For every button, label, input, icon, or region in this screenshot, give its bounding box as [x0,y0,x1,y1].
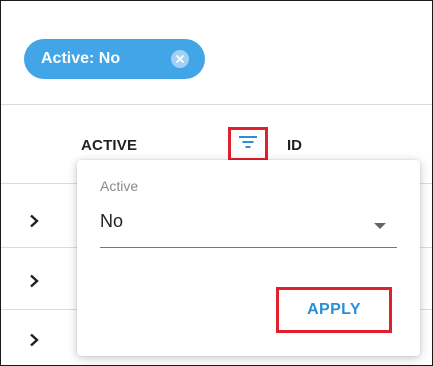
filter-field-label: Active [100,178,139,194]
chevron-right-icon[interactable] [27,214,41,228]
filter-lines-icon [238,134,258,155]
filter-value-select[interactable]: No [100,211,123,232]
caret-down-icon[interactable] [374,223,386,229]
select-underline [100,247,397,248]
filter-chip-label: Active: No [41,50,121,67]
filter-chip-active[interactable]: Active: No [24,39,205,79]
column-header-id[interactable]: ID [287,137,302,154]
data-grid-panel: Active: No ACTIVE ID Active No APPLY [0,0,433,366]
apply-button[interactable]: APPLY [276,287,392,333]
active-filters-bar: Active: No [1,1,432,105]
chevron-right-icon[interactable] [27,274,41,288]
column-header-active[interactable]: ACTIVE [81,137,137,154]
chevron-right-icon[interactable] [27,333,41,347]
column-filter-popup: Active No APPLY [77,160,420,356]
column-filter-button[interactable] [228,127,268,161]
close-circle-icon[interactable] [171,50,189,68]
